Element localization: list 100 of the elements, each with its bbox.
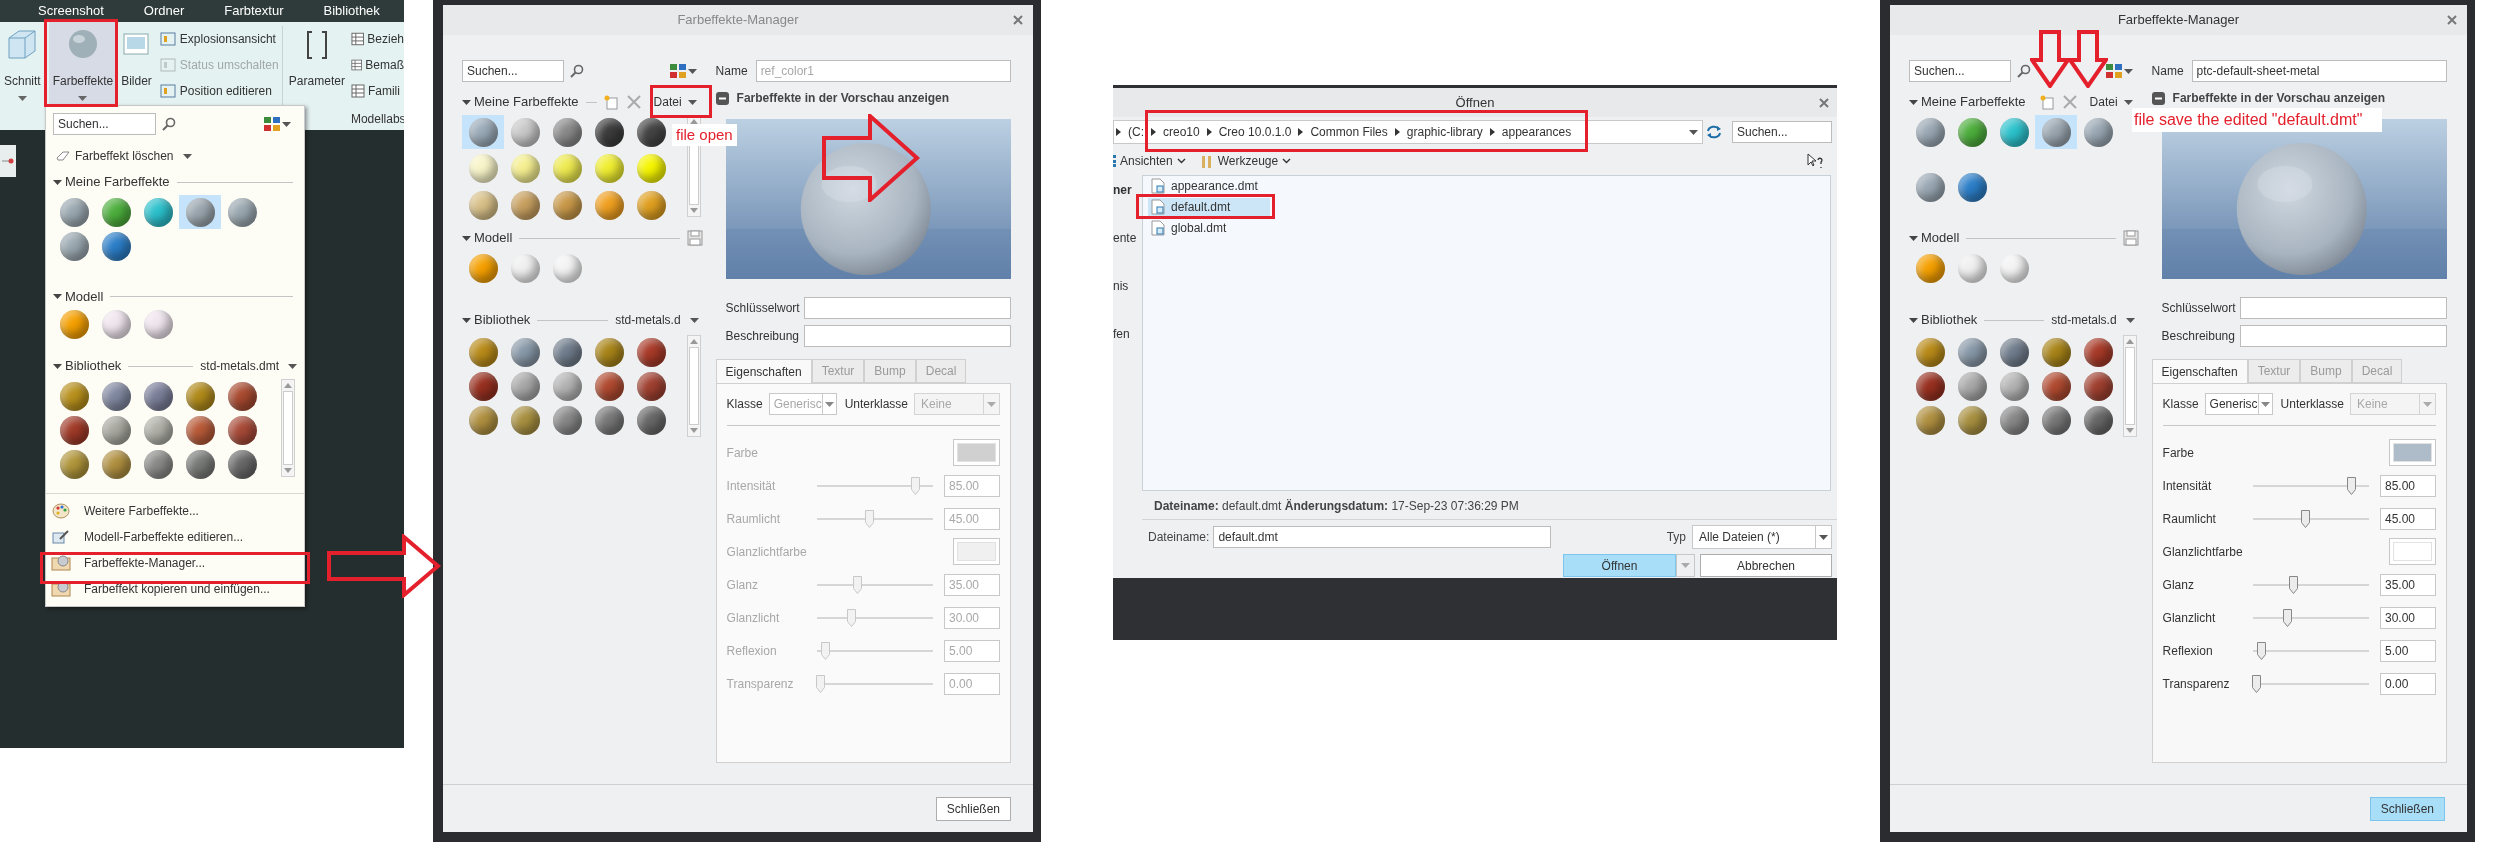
view-button[interactable] [669, 64, 697, 78]
text-field[interactable] [803, 325, 1011, 347]
tab[interactable]: Eigenschaften [2151, 359, 2248, 383]
value-field[interactable]: 85.00 [2379, 474, 2436, 497]
scroll-up-icon[interactable] [689, 339, 698, 344]
scrollbar[interactable] [2122, 335, 2137, 437]
tab[interactable]: Eigenschaften [715, 359, 812, 383]
search-icon[interactable] [162, 117, 176, 131]
slider[interactable] [2252, 640, 2369, 661]
filename-field[interactable]: default.dmt [1213, 526, 1552, 548]
slider-thumb[interactable] [2289, 575, 2299, 594]
menu-item[interactable]: Modell-Farbeffekte editieren... [46, 524, 304, 550]
library-name[interactable]: std-metals.d [615, 311, 681, 329]
sidebar-item[interactable]: fen [1113, 325, 1142, 343]
path-segment[interactable]: Common Files [1310, 123, 1388, 141]
save-icon[interactable] [2122, 230, 2139, 246]
save-icon[interactable] [686, 230, 703, 246]
cancel-button[interactable]: Abbrechen [1700, 554, 1832, 577]
refresh-icon[interactable] [1705, 124, 1723, 140]
path-segment[interactable]: Creo 10.0.1.0 [1218, 123, 1292, 141]
sidebar-item[interactable]: nis [1113, 277, 1142, 295]
path-segment[interactable]: creo10 [1163, 123, 1200, 141]
scrollbar[interactable] [281, 379, 295, 477]
split-caret[interactable] [1676, 554, 1695, 577]
text-field[interactable] [2239, 297, 2447, 319]
view-button[interactable] [264, 117, 291, 131]
menu-tab[interactable]: Farbtextur [224, 1, 284, 21]
search-field[interactable]: Suchen... [53, 113, 156, 135]
file-menu-button[interactable]: Datei [649, 93, 703, 111]
menu-tab[interactable]: Screenshot [38, 1, 104, 21]
search-field[interactable]: Suchen... [1732, 121, 1832, 143]
swatch-cell[interactable] [462, 115, 504, 149]
ribbon-small-button[interactable]: Bemaß [350, 54, 404, 76]
view-button[interactable] [2105, 64, 2133, 78]
delete-icon[interactable] [626, 95, 641, 109]
library-name[interactable]: std-metals.d [2051, 311, 2117, 329]
slider[interactable] [2252, 508, 2369, 529]
toolbar-button[interactable]: Werkzeuge [1199, 152, 1292, 170]
value-field[interactable]: 0.00 [2379, 672, 2436, 695]
file-row[interactable]: global.dmt [1148, 219, 1270, 237]
slider-thumb[interactable] [2300, 509, 2310, 528]
library-name[interactable]: std-metals.dmt [200, 357, 279, 375]
scroll-down-icon[interactable] [689, 428, 698, 433]
menu-tab[interactable]: Bibliothek [323, 1, 380, 21]
sidebar-item[interactable]: ente [1113, 229, 1142, 247]
ribbon-small-button[interactable]: Famili [350, 80, 404, 102]
help-cursor-icon[interactable] [1807, 153, 1825, 169]
menu-item[interactable]: Weitere Farbeffekte... [46, 498, 304, 524]
search-icon[interactable] [2017, 64, 2031, 78]
slider-thumb[interactable] [2256, 641, 2266, 660]
slider[interactable] [2252, 475, 2369, 496]
delete-icon[interactable] [2062, 95, 2077, 109]
ribbon-button[interactable]: Schnitt [0, 22, 45, 106]
path-bar[interactable]: (C: creo10 Creo 10.0.1.0 Common Files graphic-library appearances [1113, 120, 1703, 144]
value-field[interactable]: 30.00 [2379, 606, 2436, 629]
toolbar-button[interactable]: Ansichten [1113, 152, 1186, 170]
scroll-down-icon[interactable] [689, 208, 698, 213]
scrollbar[interactable] [686, 335, 701, 437]
value-field[interactable]: 35.00 [2379, 573, 2436, 596]
slider-thumb[interactable] [2347, 476, 2357, 495]
ribbon-small-button[interactable]: Bezieh [350, 28, 404, 50]
type-select[interactable]: Alle Dateien (*) [1692, 525, 1832, 549]
sidebar-item[interactable]: ner [1113, 181, 1142, 199]
ribbon-button[interactable]: Bilder [117, 22, 156, 106]
menu-item[interactable]: Farbeffekt kopieren und einfügen... [46, 576, 304, 602]
close-icon[interactable] [2447, 15, 2457, 25]
close-icon[interactable] [1013, 15, 1023, 25]
ribbon-button[interactable]: Farbeffekte [48, 22, 118, 106]
search-icon[interactable] [570, 64, 584, 78]
value-field[interactable]: 45.00 [2379, 507, 2436, 530]
ribbon-small-button[interactable]: Explosionsansicht [159, 28, 282, 50]
path-segment[interactable]: appearances [1501, 123, 1572, 141]
swatch-cell[interactable] [2035, 115, 2077, 149]
slider[interactable] [2252, 607, 2369, 628]
menu-item[interactable]: Farbeffekte-Manager... [46, 550, 304, 576]
slider[interactable] [2252, 673, 2369, 694]
scroll-down-icon[interactable] [284, 468, 292, 473]
slider[interactable] [2252, 574, 2369, 595]
swatch-cell[interactable] [179, 195, 221, 229]
close-icon[interactable] [1819, 97, 1829, 108]
text-field[interactable] [2239, 325, 2447, 347]
scroll-up-icon[interactable] [284, 383, 292, 388]
file-menu-button[interactable]: Datei [2085, 93, 2139, 111]
ribbon-button[interactable]: Parameter [282, 22, 351, 106]
path-segment[interactable]: (C: [1128, 123, 1144, 141]
scroll-up-icon[interactable] [2125, 339, 2134, 344]
checkbox-icon[interactable] [2151, 91, 2165, 105]
delete-appearance-button[interactable]: Farbeffekt löschen [56, 147, 192, 165]
close-button[interactable]: Schließen [2369, 796, 2445, 821]
text-field[interactable] [803, 297, 1011, 319]
slider-thumb[interactable] [2283, 608, 2293, 627]
close-button[interactable]: Schließen [935, 796, 1011, 821]
search-field[interactable]: Suchen... [1909, 60, 2011, 82]
checkbox-icon[interactable] [715, 91, 729, 105]
open-button[interactable]: Öffnen [1563, 554, 1676, 577]
ribbon-small-button[interactable]: Position editieren [159, 80, 282, 102]
file-row[interactable]: appearance.dmt [1148, 177, 1270, 195]
file-row[interactable]: default.dmt [1148, 198, 1270, 216]
menu-tab[interactable]: Ordner [143, 1, 185, 21]
scroll-down-icon[interactable] [2125, 428, 2134, 433]
